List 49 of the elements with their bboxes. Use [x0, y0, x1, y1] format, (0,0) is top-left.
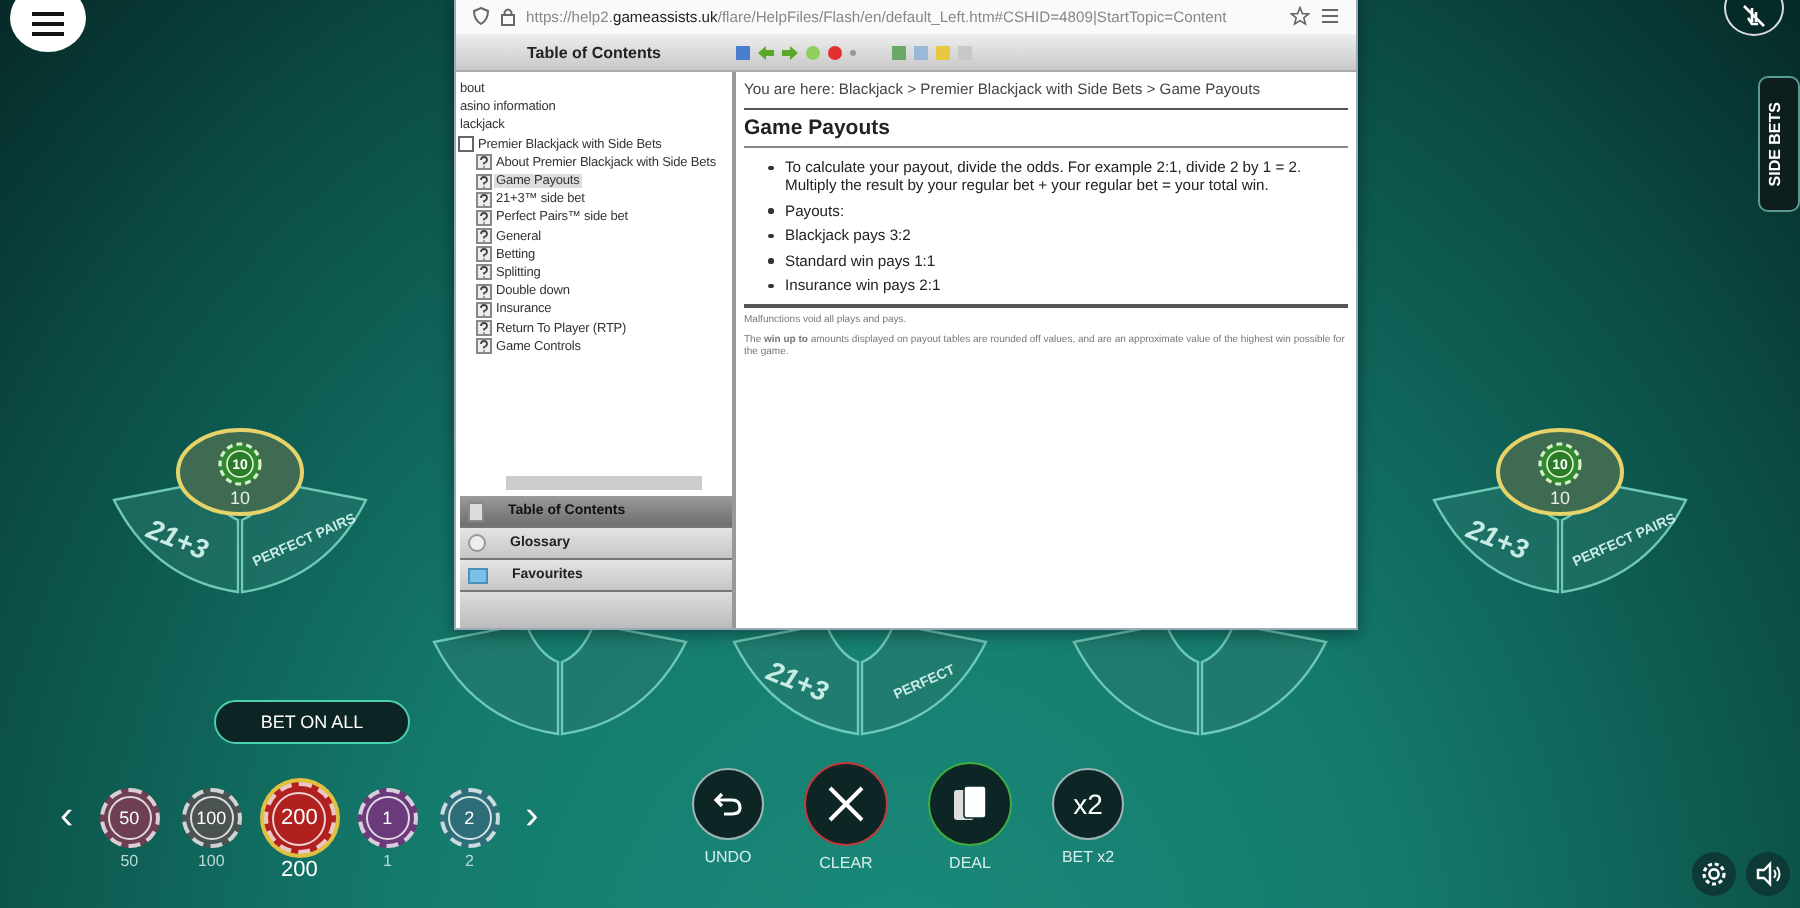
- action-label: CLEAR: [819, 854, 873, 872]
- topic-heading: Game Payouts: [744, 116, 1348, 148]
- chip-value-label: 1: [382, 852, 392, 870]
- chip-button[interactable]: 200: [263, 782, 336, 854]
- chip-button[interactable]: 2: [439, 788, 500, 848]
- lock-icon: [500, 6, 516, 26]
- hand-slash-icon: [1740, 1, 1768, 29]
- close-icon: [826, 784, 866, 824]
- chip-value-label: 200: [280, 858, 318, 882]
- undo-icon: [712, 788, 744, 820]
- bullet-dot: [768, 165, 773, 170]
- chip-value-label: 2: [464, 852, 474, 870]
- chip-value-label: 100: [197, 852, 225, 870]
- speaker-icon: [1754, 860, 1782, 888]
- circle-icon: [468, 534, 486, 552]
- sound-button[interactable]: [1746, 852, 1790, 896]
- menu-button[interactable]: [10, 0, 86, 52]
- bullet-dot: [768, 233, 773, 239]
- action-label: BET x2: [1061, 848, 1115, 866]
- settings-button[interactable]: [1692, 852, 1736, 896]
- side-bet-label: 21+3: [762, 654, 833, 708]
- page-icon: [468, 501, 484, 521]
- next-chips-button[interactable]: ›: [521, 788, 543, 844]
- undo-button[interactable]: [692, 768, 764, 840]
- chip-button[interactable]: 50: [99, 788, 160, 848]
- side-bets-tab[interactable]: SIDE BETS: [1758, 76, 1800, 212]
- chip-button[interactable]: 100: [181, 788, 242, 848]
- side-bet-label: 21+3: [142, 512, 213, 566]
- folder-icon: [468, 566, 488, 584]
- side-bet-label: 21+3: [1462, 512, 1533, 566]
- cards-icon: [952, 784, 988, 824]
- bet-on-all-button[interactable]: BET ON ALL: [214, 700, 410, 744]
- chip-value-label: 50: [120, 852, 139, 870]
- bullet-dot: [768, 283, 773, 289]
- chip-button[interactable]: 1: [357, 788, 418, 848]
- menu-icon[interactable]: [1320, 8, 1340, 24]
- settings-icon: [1700, 860, 1728, 888]
- menu-icon: [32, 11, 64, 35]
- action-label: DEAL: [949, 854, 991, 872]
- toolbar-icon[interactable]: [736, 45, 750, 59]
- bullet-dot: [768, 208, 773, 214]
- shield-icon: [472, 6, 490, 26]
- previous-chips-button[interactable]: ‹: [56, 788, 78, 844]
- clear-button[interactable]: [804, 762, 888, 846]
- double-button[interactable]: x2: [1052, 768, 1124, 840]
- panel-title: Table of Contents: [525, 43, 663, 61]
- action-label: UNDO: [704, 848, 752, 866]
- deal-button[interactable]: [928, 762, 1012, 846]
- bullet-dot: [768, 258, 773, 264]
